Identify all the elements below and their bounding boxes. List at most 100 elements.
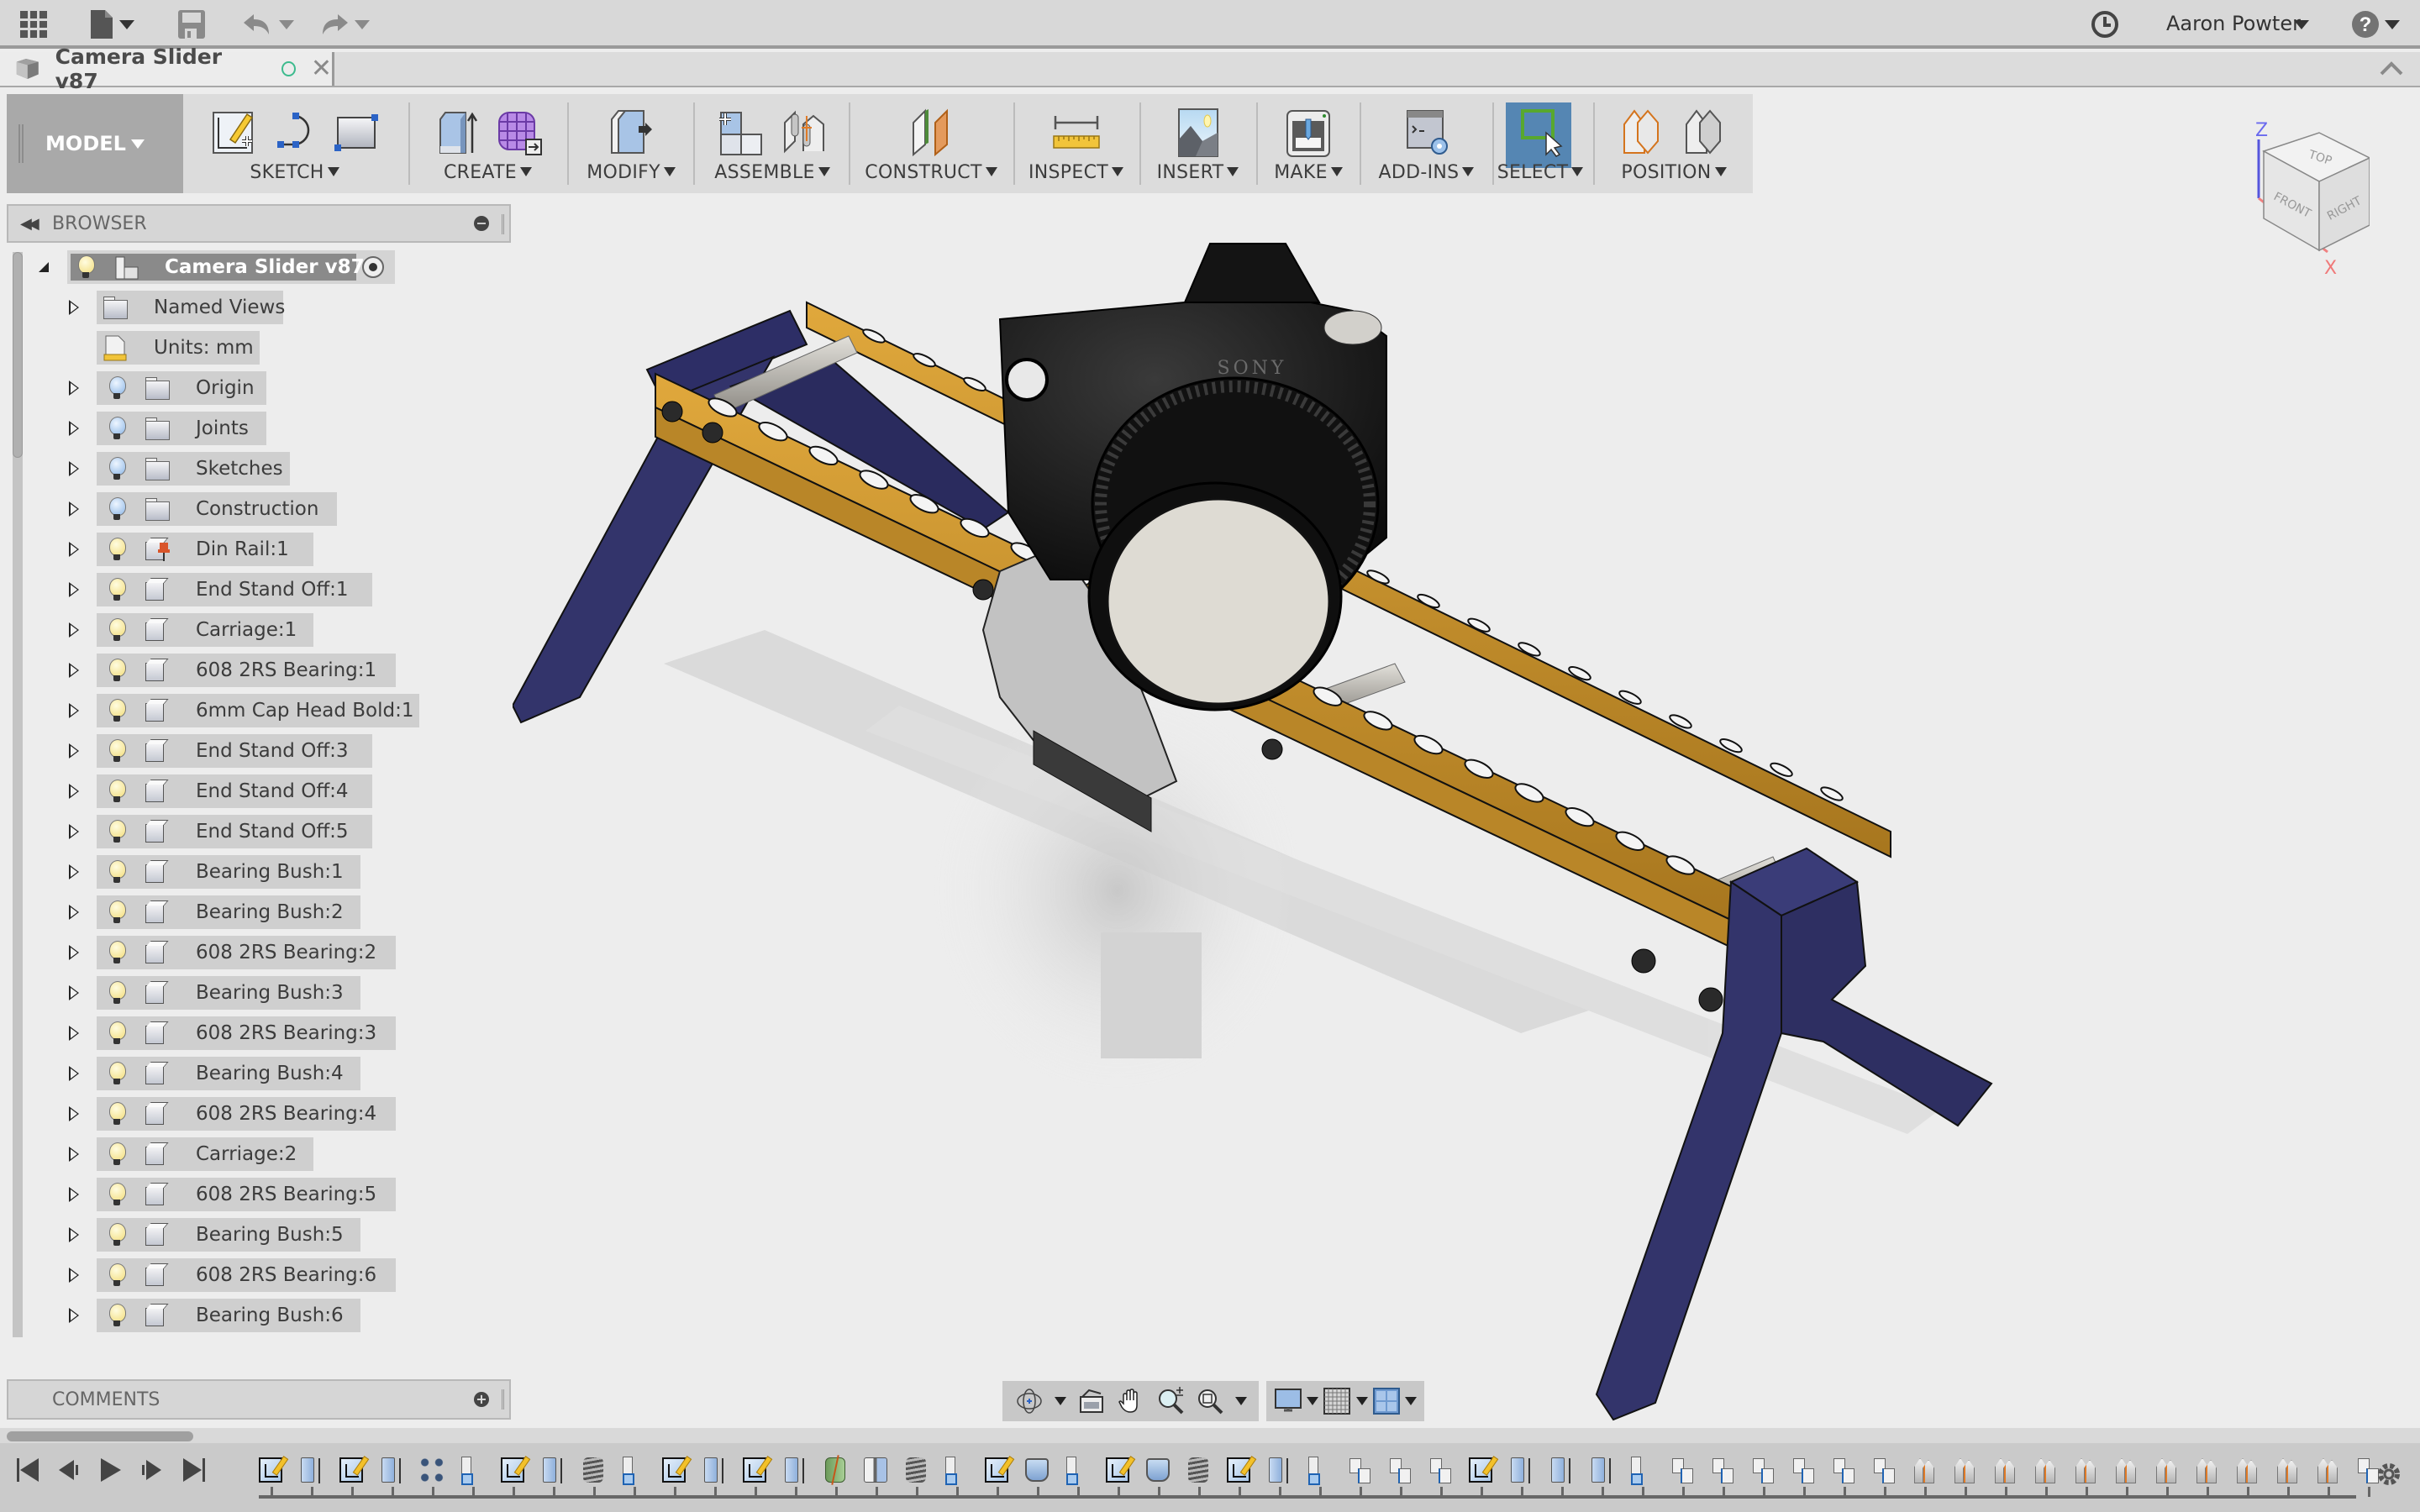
timeline-feature-thread[interactable]	[1178, 1455, 1218, 1485]
grid-settings-icon[interactable]	[1323, 1387, 1351, 1415]
add-ins-menu-label[interactable]: ADD-INS	[1361, 162, 1491, 183]
expand-arrow-icon[interactable]	[69, 663, 79, 678]
chevron-down-icon[interactable]	[1234, 1397, 1247, 1405]
minimize-icon[interactable]	[474, 216, 489, 231]
visibility-bulb-icon[interactable]	[108, 538, 126, 561]
assemble-menu-label[interactable]: ASSEMBLE	[697, 162, 847, 183]
visibility-bulb-icon[interactable]	[108, 1304, 126, 1327]
timeline-feature-mirror[interactable]	[855, 1455, 896, 1485]
visibility-bulb-icon[interactable]	[108, 1223, 126, 1247]
ribbon-group-add-ins[interactable]: ADD-INS	[1361, 94, 1491, 193]
visibility-bulb-icon[interactable]	[108, 699, 126, 722]
expand-arrow-icon[interactable]	[69, 945, 79, 960]
camera-slider-model[interactable]: SONY	[513, 193, 2420, 1428]
pan-icon[interactable]	[1117, 1387, 1145, 1415]
orbit-icon[interactable]	[1015, 1387, 1044, 1415]
timeline-feature-sketch[interactable]	[492, 1455, 533, 1485]
timeline-feature-position[interactable]	[2065, 1455, 2106, 1485]
file-menu-button[interactable]	[91, 8, 134, 40]
make-menu-label[interactable]: MAKE	[1259, 162, 1358, 183]
chevron-up-icon[interactable]	[2380, 60, 2403, 77]
chevron-down-icon[interactable]	[1405, 1397, 1418, 1405]
visibility-bulb-icon[interactable]	[108, 1142, 126, 1166]
expand-arrow-icon[interactable]	[69, 864, 79, 879]
visibility-bulb-icon[interactable]	[108, 578, 126, 601]
timeline-feature-joint[interactable]	[1702, 1455, 1743, 1485]
expand-arrow-icon[interactable]	[69, 743, 79, 759]
timeline-scrollbar[interactable]	[0, 1428, 2420, 1443]
timeline-feature-position[interactable]	[1985, 1455, 2025, 1485]
chevron-down-icon[interactable]	[1054, 1397, 1066, 1405]
ribbon-group-position[interactable]: POSITION	[1595, 94, 1753, 193]
timeline-feature-extrude[interactable]	[1541, 1455, 1581, 1485]
timeline-feature-joint[interactable]	[1864, 1455, 1904, 1485]
activate-radio-icon[interactable]	[361, 255, 385, 279]
look-at-icon[interactable]	[1077, 1387, 1106, 1415]
toolbar-grip[interactable]	[18, 124, 24, 163]
apps-grid-icon[interactable]	[20, 8, 47, 40]
ribbon-group-insert[interactable]: INSERT	[1141, 94, 1255, 193]
display-settings-icon[interactable]	[1274, 1387, 1302, 1415]
timeline-feature-sketch[interactable]	[1460, 1455, 1501, 1485]
timeline-feature-sketch[interactable]	[1218, 1455, 1259, 1485]
expand-arrow-icon[interactable]	[69, 421, 79, 436]
timeline-feature-position[interactable]	[2307, 1455, 2348, 1485]
timeline-feature-thread[interactable]	[573, 1455, 613, 1485]
timeline-feature-position[interactable]	[2186, 1455, 2227, 1485]
timeline-feature-extrude[interactable]	[291, 1455, 331, 1485]
timeline-feature-position[interactable]	[2227, 1455, 2267, 1485]
save-button[interactable]	[178, 8, 205, 40]
timeline-feature-extrude[interactable]	[533, 1455, 573, 1485]
timeline-feature-joint[interactable]	[1420, 1455, 1460, 1485]
insert-image-icon[interactable]	[1174, 108, 1223, 158]
3d-print-icon[interactable]	[1284, 108, 1333, 158]
scrollbar-thumb[interactable]	[7, 1431, 193, 1441]
expand-arrow-icon[interactable]	[69, 622, 79, 638]
measure-icon[interactable]	[1052, 108, 1101, 158]
timeline-feature-revolve[interactable]	[1017, 1455, 1057, 1485]
timeline-feature-position[interactable]	[2146, 1455, 2186, 1485]
expand-arrow-icon[interactable]	[69, 1308, 79, 1323]
add-comment-icon[interactable]: +	[474, 1392, 489, 1407]
timeline-feature-revolve[interactable]	[1138, 1455, 1178, 1485]
help-button[interactable]: ?	[2351, 8, 2400, 40]
expand-arrow-icon[interactable]	[69, 784, 79, 799]
expand-arrow-icon[interactable]	[69, 703, 79, 718]
timeline-feature-component[interactable]	[1057, 1455, 1097, 1485]
expand-arrow-icon[interactable]	[69, 300, 79, 315]
timeline-feature-component[interactable]	[936, 1455, 976, 1485]
browser-scrollbar[interactable]	[13, 252, 23, 1337]
expand-arrow-icon[interactable]	[69, 985, 79, 1000]
timeline-feature-position[interactable]	[1944, 1455, 1985, 1485]
timeline-feature-extrude[interactable]	[1259, 1455, 1299, 1485]
visibility-bulb-icon[interactable]	[108, 618, 126, 642]
timeline-feature-extrude[interactable]	[371, 1455, 412, 1485]
expand-arrow-icon[interactable]	[69, 461, 79, 476]
expand-arrow-icon[interactable]	[69, 905, 79, 920]
timeline-feature-position[interactable]	[2025, 1455, 2065, 1485]
play-icon[interactable]	[97, 1457, 123, 1483]
offset-plane-icon[interactable]	[907, 108, 955, 158]
timeline-feature-sketch[interactable]	[734, 1455, 775, 1485]
timeline-feature-sketch[interactable]	[654, 1455, 694, 1485]
job-status-button[interactable]	[2091, 8, 2119, 40]
insert-menu-label[interactable]: INSERT	[1141, 162, 1255, 183]
fit-icon[interactable]	[1196, 1387, 1224, 1415]
timeline-feature-sketch[interactable]	[250, 1455, 291, 1485]
visibility-bulb-icon[interactable]	[108, 820, 126, 843]
visibility-bulb-icon[interactable]	[108, 457, 126, 480]
timeline-feature-sketch[interactable]	[1097, 1455, 1138, 1485]
expand-arrow-icon[interactable]	[69, 1147, 79, 1162]
expand-arrow-icon[interactable]	[69, 1026, 79, 1041]
visibility-bulb-icon[interactable]	[108, 376, 126, 400]
zoom-icon[interactable]	[1156, 1387, 1185, 1415]
timeline-feature-component[interactable]	[1299, 1455, 1339, 1485]
expand-arrow-icon[interactable]	[69, 501, 79, 517]
timeline-feature-extrude[interactable]	[694, 1455, 734, 1485]
visibility-bulb-icon[interactable]	[108, 860, 126, 884]
timeline-feature-extrude[interactable]	[775, 1455, 815, 1485]
timeline-feature-component[interactable]	[1622, 1455, 1662, 1485]
visibility-bulb-icon[interactable]	[108, 900, 126, 924]
ribbon-group-construct[interactable]: CONSTRUCT	[851, 94, 1011, 193]
ribbon-group-make[interactable]: MAKE	[1259, 94, 1358, 193]
